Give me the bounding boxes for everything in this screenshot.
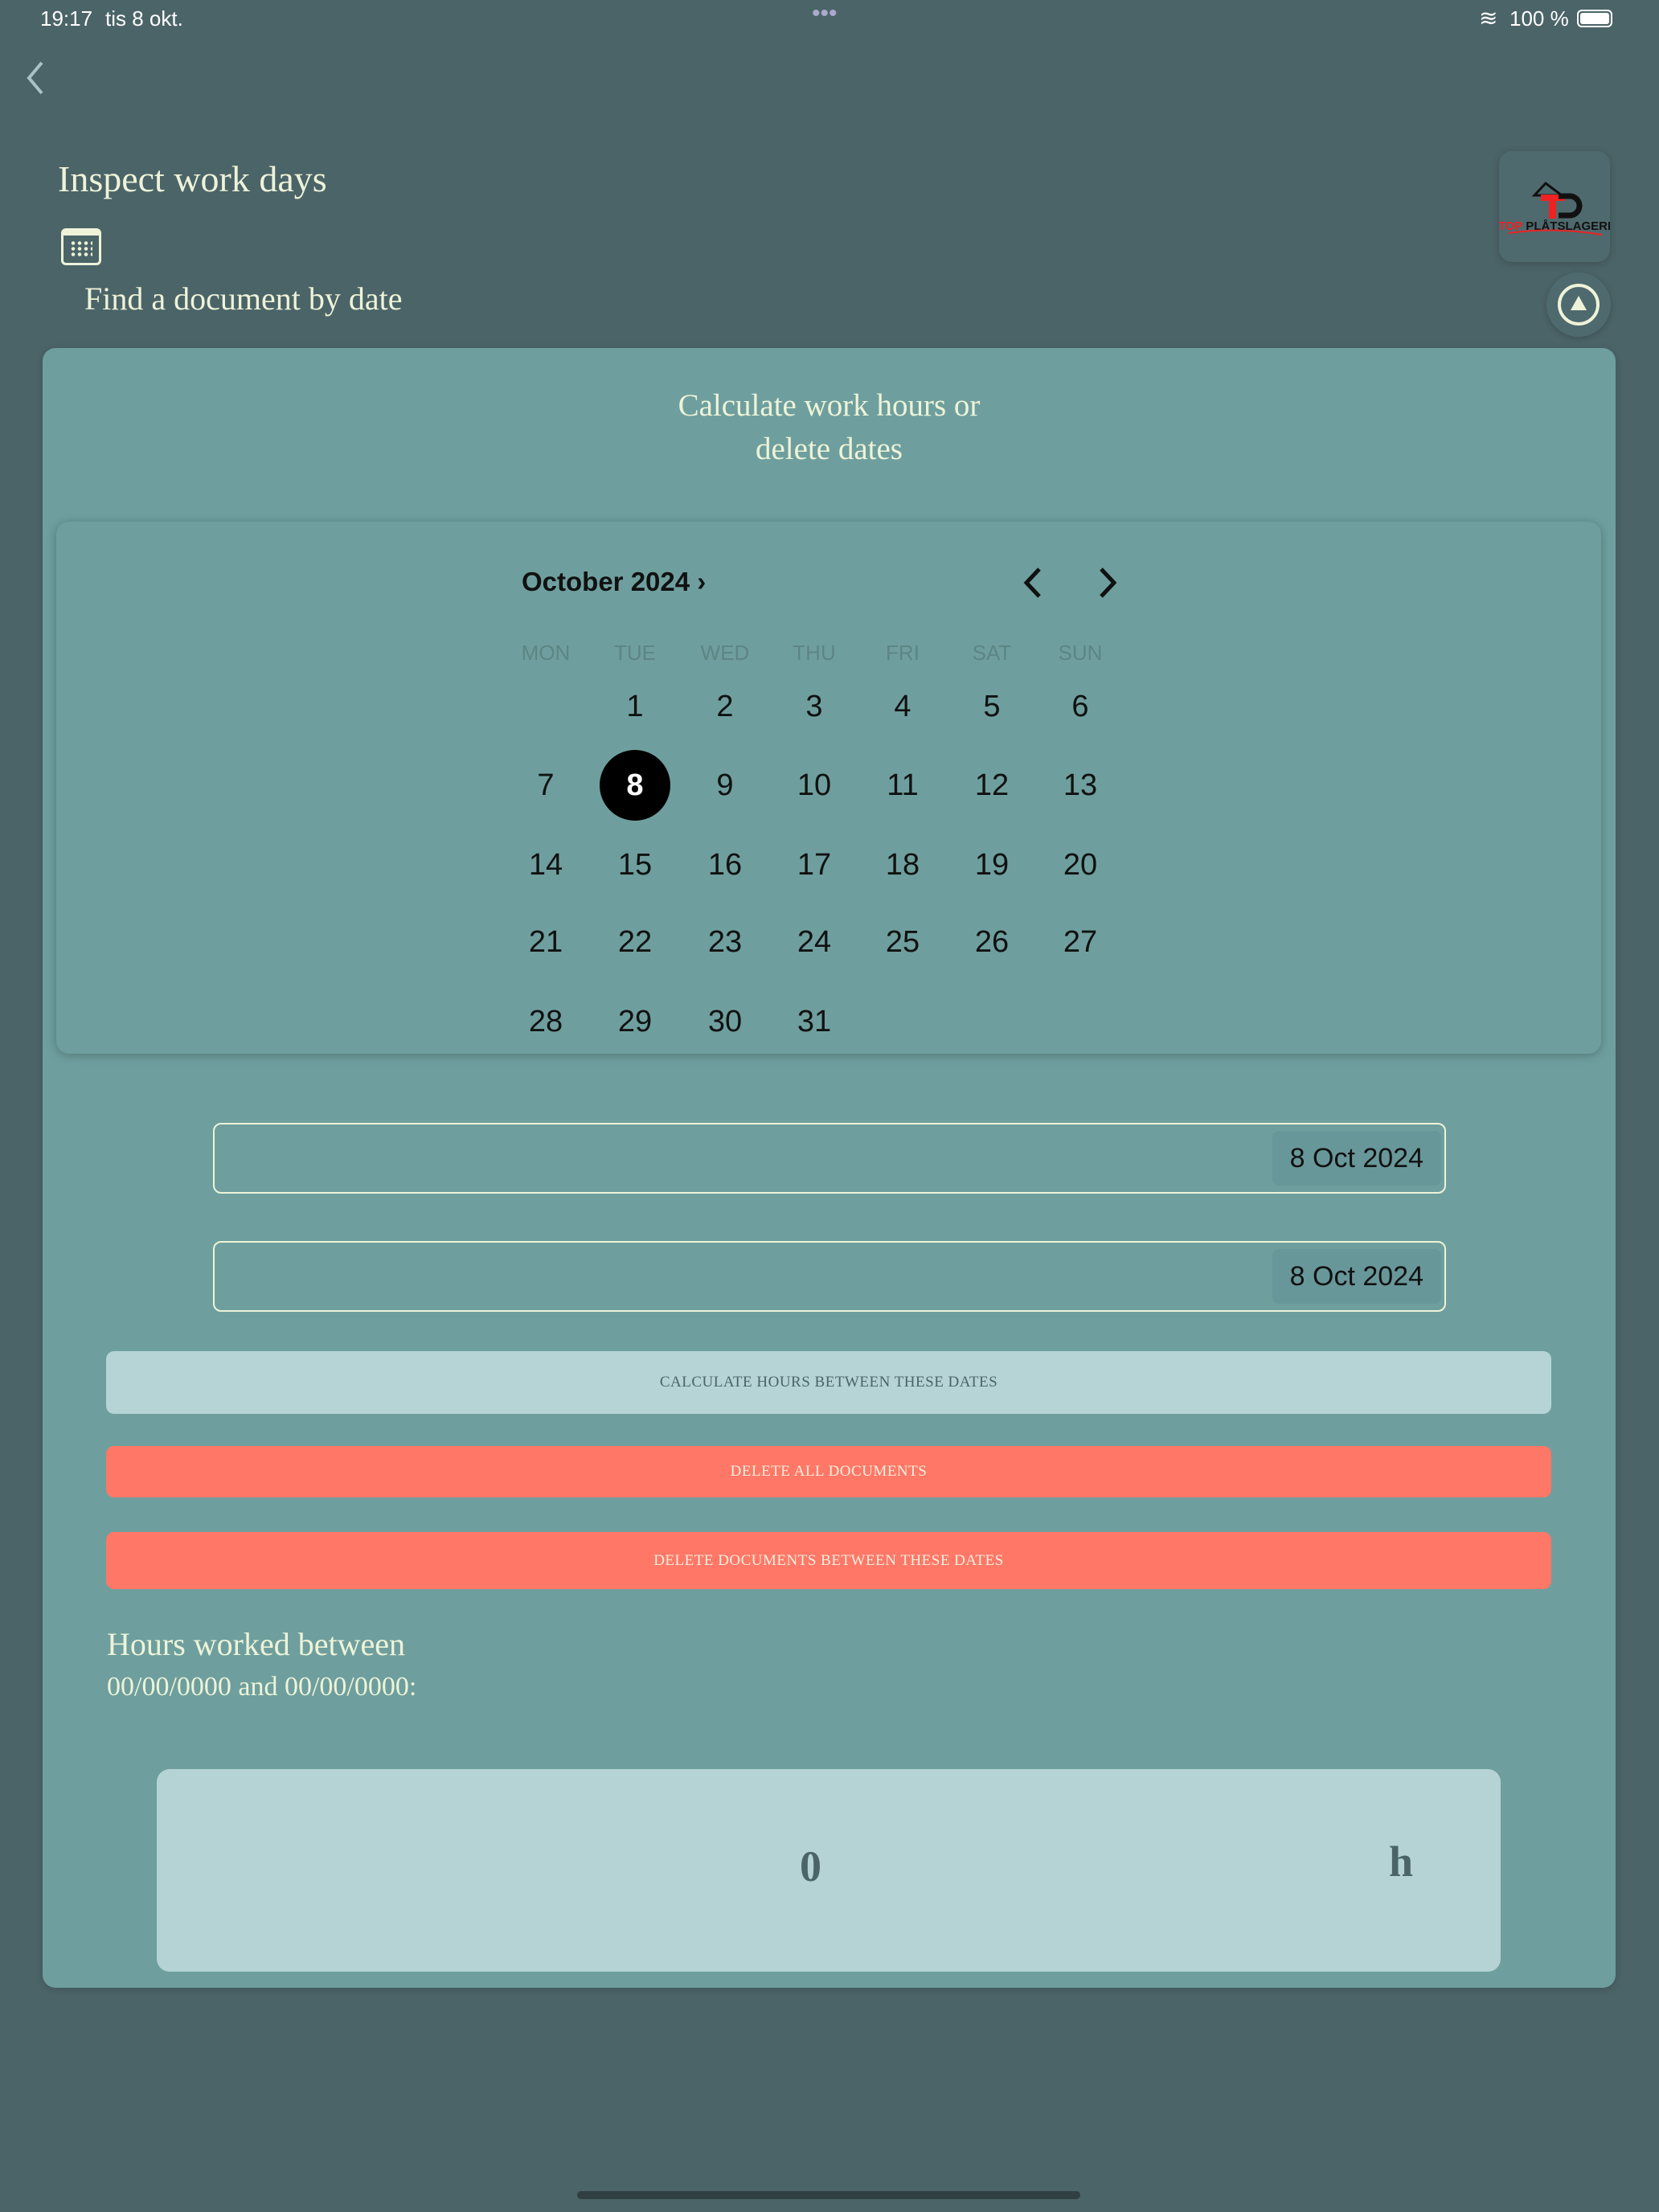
end-date-field[interactable]: 8 Oct 2024 xyxy=(213,1241,1446,1312)
hours-label: Hours worked between xyxy=(107,1626,405,1662)
calendar-day[interactable]: 29 xyxy=(595,1002,675,1042)
battery-percent: 100 % xyxy=(1509,6,1569,31)
previous-month-button[interactable] xyxy=(1017,564,1049,605)
start-date-value[interactable]: 8 Oct 2024 xyxy=(1272,1131,1441,1186)
calendar-day[interactable]: 18 xyxy=(862,845,943,885)
calendar-day[interactable]: 24 xyxy=(774,922,854,962)
scroll-up-button[interactable] xyxy=(1546,272,1611,337)
delete-between-button[interactable]: DELETE DOCUMENTS BETWEEN THESE DATES xyxy=(106,1532,1551,1589)
calendar-icon[interactable] xyxy=(61,228,101,265)
home-indicator[interactable] xyxy=(577,2191,1080,2199)
calendar-day[interactable]: 22 xyxy=(595,922,675,962)
hours-value: 0 xyxy=(800,1842,821,1890)
calendar-day[interactable]: 25 xyxy=(862,922,943,962)
calendar-day[interactable]: 7 xyxy=(506,765,586,805)
calendar-day[interactable]: 28 xyxy=(506,1002,586,1042)
chevron-right-icon: › xyxy=(697,567,707,596)
company-logo: TOP PLÅTSLAGERI xyxy=(1498,151,1611,262)
hours-result-box: 0 h xyxy=(157,1769,1501,1972)
calendar-day[interactable]: 2 xyxy=(685,686,765,727)
weekday-header: TUE xyxy=(614,641,656,665)
calendar-day[interactable]: 12 xyxy=(952,765,1032,805)
hours-date-range: 00/00/0000 and 00/00/0000: xyxy=(107,1672,417,1702)
calendar-day[interactable]: 17 xyxy=(774,845,854,885)
calendar-day[interactable]: 6 xyxy=(1040,686,1120,727)
calendar-day[interactable]: 31 xyxy=(774,1002,854,1042)
next-month-button[interactable] xyxy=(1092,564,1124,605)
calendar-day[interactable]: 26 xyxy=(952,922,1032,962)
weekday-header: THU xyxy=(793,641,836,665)
back-button[interactable] xyxy=(19,58,51,98)
status-bar: 19:17 tis 8 okt. ••• ≋ 100 % xyxy=(0,0,1659,39)
battery-icon xyxy=(1577,10,1612,27)
calendar-day[interactable]: 13 xyxy=(1040,765,1120,805)
calendar-day[interactable]: 9 xyxy=(685,765,765,805)
start-date-field[interactable]: 8 Oct 2024 xyxy=(213,1123,1446,1194)
calendar-day[interactable]: 14 xyxy=(506,845,586,885)
calendar-day[interactable]: 19 xyxy=(952,845,1032,885)
calendar-day[interactable]: 30 xyxy=(685,1002,765,1042)
calendar-day[interactable]: 10 xyxy=(774,765,854,805)
weekday-header: WED xyxy=(700,641,750,665)
chevron-right-icon xyxy=(1100,567,1117,598)
page-title: Inspect work days xyxy=(58,158,327,199)
chevron-left-icon xyxy=(1023,567,1041,598)
calendar-day[interactable]: 15 xyxy=(595,845,675,885)
calendar-day-selected[interactable]: 8 xyxy=(600,750,670,821)
calculate-hours-button[interactable]: CALCULATE HOURS BETWEEN THESE DATES xyxy=(106,1351,1551,1414)
calendar-day[interactable]: 21 xyxy=(506,922,586,962)
weekday-header: SUN xyxy=(1058,641,1103,665)
calendar-day[interactable]: 5 xyxy=(952,686,1032,727)
hours-unit: h xyxy=(1389,1837,1414,1886)
status-date: tis 8 okt. xyxy=(105,6,183,31)
calendar-day[interactable]: 1 xyxy=(595,686,675,727)
weekday-header: FRI xyxy=(886,641,920,665)
calendar-day[interactable]: 16 xyxy=(685,845,765,885)
month-label: October 2024 xyxy=(522,567,690,596)
card-title: Calculate work hours or delete dates xyxy=(43,384,1616,471)
calendar-day[interactable]: 3 xyxy=(774,686,854,727)
calendar-day[interactable]: 11 xyxy=(862,765,943,805)
card-title-line2: delete dates xyxy=(756,432,903,466)
calendar-day[interactable]: 23 xyxy=(685,922,765,962)
calendar-day[interactable]: 4 xyxy=(862,686,943,727)
multitasking-dots-icon[interactable]: ••• xyxy=(812,0,838,27)
calendar-day[interactable]: 20 xyxy=(1040,845,1120,885)
end-date-value[interactable]: 8 Oct 2024 xyxy=(1272,1249,1441,1304)
find-document-link[interactable]: Find a document by date xyxy=(84,280,402,317)
weekday-header: MON xyxy=(521,641,571,665)
month-year-button[interactable]: October 2024 › xyxy=(522,567,706,597)
arrow-up-circle-icon xyxy=(1558,284,1600,326)
calendar-day[interactable]: 27 xyxy=(1040,922,1120,962)
wifi-icon: ≋ xyxy=(1479,6,1498,31)
weekday-header: SAT xyxy=(972,641,1012,665)
status-time: 19:17 xyxy=(40,6,93,31)
chevron-left-icon xyxy=(27,61,43,95)
delete-all-button[interactable]: DELETE ALL DOCUMENTS xyxy=(106,1446,1551,1497)
card-title-line1: Calculate work hours or xyxy=(678,388,981,423)
